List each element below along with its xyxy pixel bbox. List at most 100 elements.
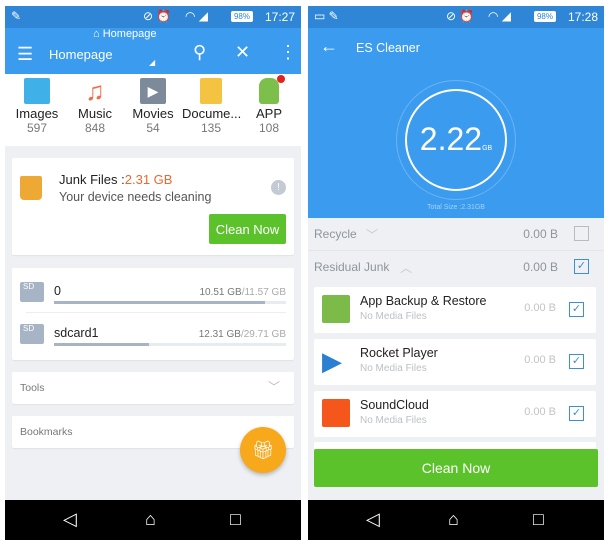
nav-bar: ◁ ⌂ □ (308, 500, 604, 540)
trash-icon (20, 176, 42, 200)
sd-card-icon: SD (20, 324, 44, 344)
storage-bar-fill (54, 301, 266, 304)
tools-section[interactable]: Tools ﹀ (12, 372, 294, 404)
clean-now-button[interactable]: Clean Now (209, 214, 286, 244)
item-name: SoundCloud (360, 398, 429, 412)
category-documents[interactable]: Docume... 135 (182, 78, 242, 135)
clock: 17:28 (567, 10, 598, 24)
junk-label: Junk Files :2.31 GB (59, 172, 172, 187)
junk-title: Junk Files : (59, 172, 125, 187)
right-phone: ▭ ✎ ⊘ ⏰ ◠ ◢ 98% 17:28 ← ES Cleaner 2.22G… (308, 6, 604, 540)
gauge-unit: GB (482, 145, 493, 152)
dnd-icon: ⊘ ⏰ (446, 9, 475, 23)
wifi-signal-icon: ◠ ◢ (488, 9, 512, 23)
chevron-down-icon: ﹀ (366, 228, 379, 242)
cleaner-header: ← ES Cleaner 2.22GB Total Size :2.31GB (308, 28, 604, 218)
wifi-signal-icon: ◠ ◢ (185, 9, 209, 23)
storage-bar-fill (54, 343, 150, 346)
category-movies[interactable]: ▶ Movies 54 (124, 78, 182, 135)
storage-name[interactable]: sdcard1 (54, 326, 98, 340)
image-note-icon: ▭ ✎ (314, 9, 339, 23)
label: Images (15, 106, 59, 121)
section-residual-junk[interactable]: Residual Junk ︿ 0.00 B ✓ (308, 251, 604, 283)
gauge-value: 2.22 (419, 121, 483, 157)
junk-message: Your device needs cleaning (59, 190, 212, 204)
label: APP (255, 106, 282, 121)
storage-usage: 12.31 GB/29.71 GB (199, 329, 286, 340)
note-icon: ✎ (11, 9, 22, 23)
soundcloud-icon (322, 399, 350, 427)
checkbox-checked[interactable]: ✓ (569, 354, 584, 369)
tab-homepage[interactable]: ⌂ Homepage (93, 28, 157, 40)
toolbar-title[interactable]: Homepage (49, 47, 113, 62)
storage-usage: 10.51 GB/11.57 GB (199, 287, 286, 298)
section-label: Recycle (314, 227, 357, 241)
section-recycle[interactable]: Recycle ﹀ 0.00 B (308, 218, 604, 250)
item-name: Rocket Player (360, 346, 438, 360)
android-icon (259, 75, 285, 104)
toolbar: ⌂ Homepage ☰ Homepage ◢ ⚲ ✕ ⋮ (5, 28, 301, 74)
storage-name[interactable]: 0 (54, 284, 61, 298)
images-icon (24, 78, 50, 104)
junk-item[interactable]: SoundCloud No Media Files 0.00 B ✓ (314, 391, 596, 437)
item-size: 0.00 B (524, 302, 556, 314)
clock: 17:27 (264, 10, 295, 24)
item-size: 0.00 B (524, 354, 556, 366)
header-title: ES Cleaner (356, 41, 420, 55)
recents-nav-icon[interactable]: □ (533, 509, 544, 530)
chevron-up-icon: ︿ (400, 261, 413, 275)
bookmarks-label: Bookmarks (20, 426, 73, 438)
junk-size: 2.31 GB (124, 172, 173, 187)
checkbox-checked[interactable]: ✓ (574, 259, 589, 274)
checkbox-checked[interactable]: ✓ (569, 302, 584, 317)
item-sub: No Media Files (360, 311, 427, 322)
info-icon[interactable]: ! (271, 180, 286, 195)
battery-icon: 98% (534, 11, 556, 22)
home-nav-icon[interactable]: ⌂ (448, 509, 459, 530)
back-nav-icon[interactable]: ◁ (63, 509, 77, 530)
back-nav-icon[interactable]: ◁ (366, 509, 380, 530)
badge-dot (277, 75, 285, 83)
status-bar: ▭ ✎ ⊘ ⏰ ◠ ◢ 98% 17:28 (308, 6, 604, 28)
label: Docume... (182, 106, 242, 121)
tools-label: Tools (20, 382, 45, 394)
checkbox-checked[interactable]: ✓ (569, 406, 584, 421)
home-nav-icon[interactable]: ⌂ (145, 509, 156, 530)
junk-card: Junk Files :2.31 GB Your device needs cl… (12, 158, 294, 255)
music-icon: ♫ (85, 76, 105, 106)
battery-icon: 98% (231, 11, 253, 22)
item-name: App Backup & Restore (360, 294, 487, 308)
label: Movies (132, 106, 174, 121)
left-phone: ✎ ⊘ ⏰ ◠ ◢ 98% 17:27 ⌂ Homepage ☰ Homepag… (5, 6, 301, 540)
junk-item[interactable]: App Backup & Restore No Media Files 0.00 B… (314, 287, 596, 333)
movies-icon: ▶ (140, 78, 166, 104)
category-music[interactable]: ♫ Music 848 (66, 78, 124, 135)
storage-bar (54, 301, 286, 304)
back-arrow-icon[interactable]: ← (320, 36, 338, 57)
storage-card: SD 0 10.51 GB/11.57 GB SD sdcard1 12.31 … (12, 268, 294, 360)
checkbox[interactable] (574, 226, 589, 241)
item-size: 0.00 B (524, 406, 556, 418)
dropdown-icon[interactable]: ◢ (149, 58, 155, 67)
close-icon[interactable]: ✕ (235, 42, 250, 63)
app-backup-icon (322, 295, 350, 323)
item-sub: No Media Files (360, 363, 427, 374)
gift-fab-button[interactable]: 🎁︎ (240, 427, 286, 473)
category-app[interactable]: APP 108 (240, 75, 298, 135)
storage-bar (54, 343, 286, 346)
total: /11.57 GB (241, 287, 286, 298)
clean-now-button[interactable]: Clean Now (314, 449, 598, 487)
recents-nav-icon[interactable]: □ (230, 509, 241, 530)
tab-label: Homepage (102, 28, 157, 40)
count: 54 (146, 121, 160, 135)
category-images[interactable]: Images 597 (8, 78, 66, 135)
section-size: 0.00 B (523, 227, 558, 241)
search-icon[interactable]: ⚲ (193, 42, 206, 63)
used: 12.31 GB (198, 329, 241, 340)
gauge: 2.22GB (405, 89, 507, 191)
more-vert-icon[interactable]: ⋮ (279, 42, 297, 63)
junk-item[interactable]: ▶ Rocket Player No Media Files 0.00 B ✓ (314, 339, 596, 385)
menu-icon[interactable]: ☰ (17, 44, 33, 65)
label: Music (78, 106, 112, 121)
gift-icon: 🎁︎ (251, 440, 275, 460)
